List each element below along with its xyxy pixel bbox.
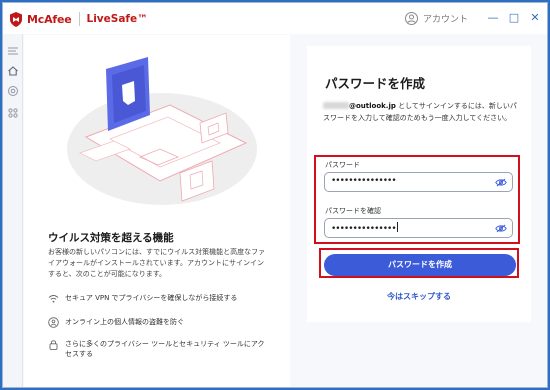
maximize-button[interactable]: □ <box>507 11 521 25</box>
close-button[interactable]: ✕ <box>528 11 542 25</box>
brand-logo: McAfee LiveSafe™ <box>9 10 148 28</box>
apps-icon[interactable] <box>7 107 19 119</box>
feature-item-vpn: セキュア VPN でプライバシーを確保しながら接続する <box>48 293 237 304</box>
highlight-password-fields <box>314 155 520 244</box>
product-name: LiveSafe™ <box>86 13 148 25</box>
minimize-button[interactable]: — <box>486 11 500 25</box>
mcafee-shield-icon <box>10 11 22 27</box>
feature-text: セキュア VPN でプライバシーを確保しながら接続する <box>65 294 238 302</box>
redacted-email-user <box>323 102 349 109</box>
account-label: アカウント <box>423 15 469 25</box>
title-bar: McAfee LiveSafe™ アカウント — □ ✕ <box>3 3 547 34</box>
sidebar <box>3 34 23 387</box>
feature-text: さらに多くのプライバシー ツールとセキュリティ ツールにアクセスする <box>65 340 265 358</box>
laptop-illustration <box>67 57 257 205</box>
form-description: @outlook.jp としてサインインするには、新しいパスワードを入力して確認… <box>323 101 523 124</box>
brand-name: McAfee <box>27 12 72 26</box>
identity-shield-icon <box>48 317 59 328</box>
home-icon[interactable] <box>7 65 19 77</box>
wifi-icon <box>48 295 59 303</box>
feature-title: ウイルス対策を超える機能 <box>48 232 174 244</box>
form-title: パスワードを作成 <box>325 76 426 91</box>
feature-description: お客様の新しいパソコンには、すでにウイルス対策機能と高度なファイアウォールがイン… <box>48 248 266 278</box>
app-window: McAfee LiveSafe™ アカウント — □ ✕ ウイルス対策を超える機… <box>2 2 548 388</box>
account-icon <box>405 12 418 25</box>
feature-panel: ウイルス対策を超える機能 お客様の新しいパソコンには、すでにウイルス対策機能と高… <box>24 35 290 387</box>
menu-icon[interactable] <box>7 45 19 57</box>
email-domain: @outlook.jp <box>349 102 396 110</box>
lock-icon <box>49 340 58 350</box>
feature-text: オンライン上の個人情報の盗難を防ぐ <box>65 318 184 326</box>
feature-item-privacy: さらに多くのプライバシー ツールとセキュリティ ツールにアクセスする <box>48 339 268 359</box>
account-button[interactable]: アカウント <box>405 12 468 25</box>
skip-link[interactable]: 今はスキップする <box>307 291 531 302</box>
feature-item-identity: オンライン上の個人情報の盗難を防ぐ <box>48 317 184 328</box>
highlight-create-button <box>319 248 519 278</box>
brand-separator <box>78 12 80 26</box>
protection-icon[interactable] <box>7 85 19 97</box>
